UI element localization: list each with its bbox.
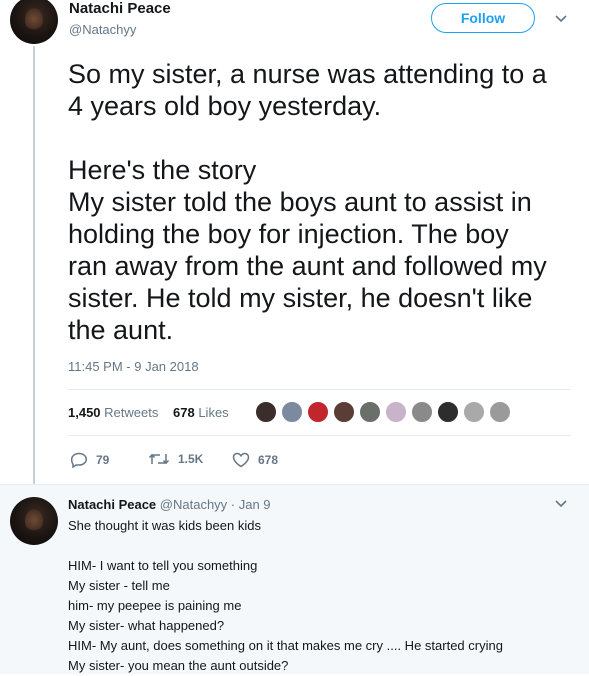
likers-avatars[interactable] (255, 401, 515, 423)
reply-button[interactable]: 79 (70, 452, 109, 468)
liker-avatar[interactable] (463, 401, 485, 423)
liker-avatar[interactable] (437, 401, 459, 423)
liker-avatar[interactable] (359, 401, 381, 423)
likes-count: 678 (173, 405, 195, 420)
thread-line (33, 46, 35, 484)
reply-author-name: Natachi Peace (68, 497, 157, 512)
follow-button[interactable]: Follow (431, 3, 535, 33)
heart-icon (232, 452, 250, 468)
like-count: 678 (258, 453, 279, 467)
chevron-down-icon[interactable] (555, 12, 567, 26)
reply-icon (70, 452, 88, 468)
retweet-button[interactable]: 1.5K (148, 452, 203, 466)
liker-avatar[interactable] (281, 401, 303, 423)
reply-meta: @Natachyy · Jan 9 (159, 497, 271, 512)
liker-avatar[interactable] (489, 401, 511, 423)
likes-label: Likes (198, 405, 229, 420)
retweets-stat[interactable]: 1,450 Retweets (68, 405, 158, 420)
reply-header[interactable]: Natachi Peace @Natachyy · Jan 9 (68, 497, 271, 512)
liker-avatar[interactable] (255, 401, 277, 423)
likes-stat[interactable]: 678 Likes (173, 405, 229, 420)
retweet-icon (148, 453, 170, 465)
reply-count: 79 (96, 453, 110, 467)
divider (68, 389, 571, 390)
author-handle[interactable]: @Natachyy (69, 22, 136, 37)
retweets-label: Retweets (104, 405, 159, 420)
liker-avatar[interactable] (385, 401, 407, 423)
chevron-down-icon[interactable] (555, 497, 567, 511)
divider (68, 435, 571, 436)
like-button[interactable]: 678 (232, 452, 278, 468)
avatar[interactable] (10, 0, 58, 44)
liker-avatar[interactable] (411, 401, 433, 423)
author-name[interactable]: Natachi Peace (69, 0, 171, 17)
retweets-count: 1,450 (68, 405, 101, 420)
tweet-text: So my sister, a nurse was attending to a… (68, 59, 547, 345)
tweet-timestamp[interactable]: 11:45 PM - 9 Jan 2018 (68, 359, 199, 374)
reply-text: She thought it was kids been kids HIM- I… (68, 518, 503, 673)
retweet-count: 1.5K (178, 452, 204, 466)
liker-avatar[interactable] (333, 401, 355, 423)
avatar[interactable] (10, 497, 58, 545)
liker-avatar[interactable] (307, 401, 329, 423)
